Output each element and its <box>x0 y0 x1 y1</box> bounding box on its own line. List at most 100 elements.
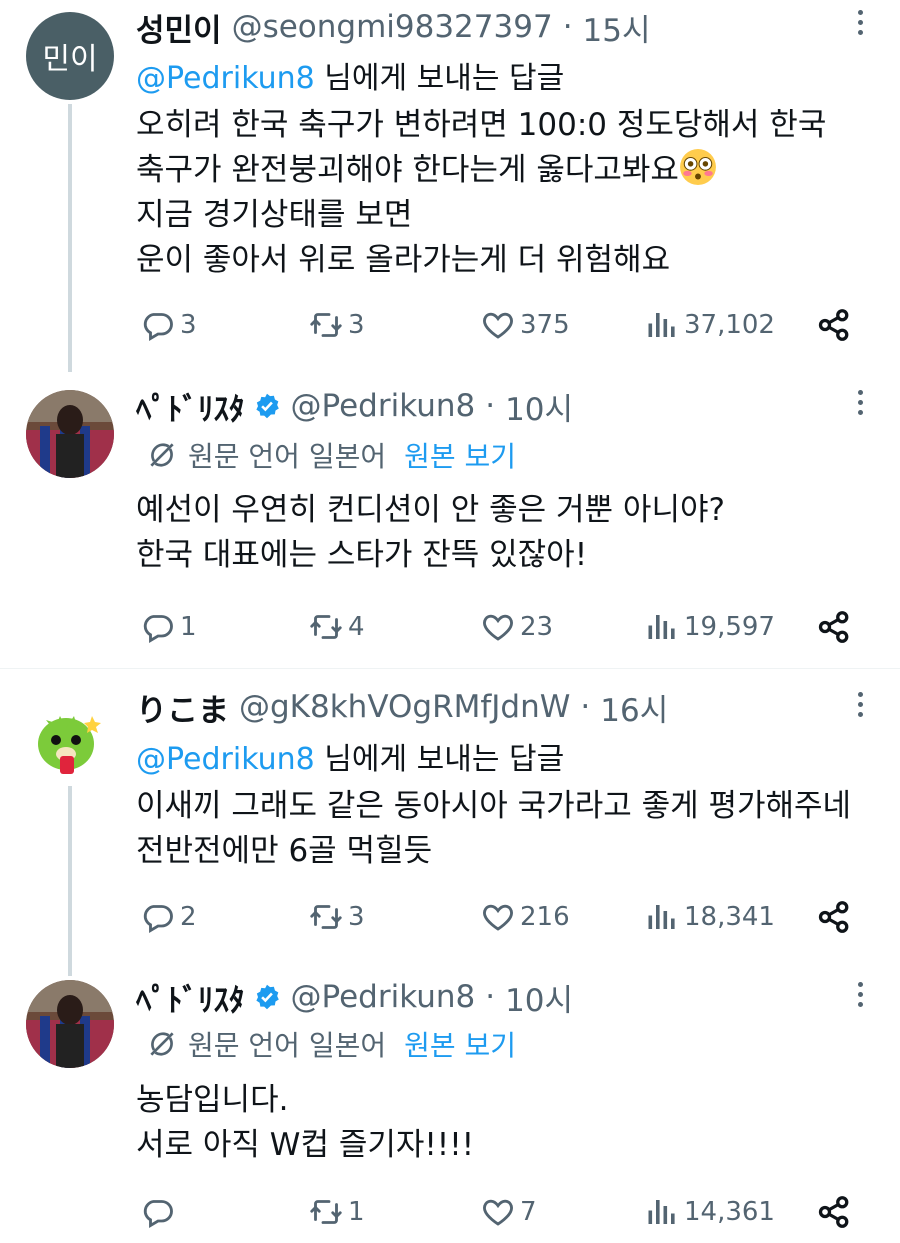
views-button[interactable]: 14,361 <box>644 1189 775 1235</box>
handle[interactable]: @Pedrikun8 <box>291 979 476 1015</box>
tweet-seongmi[interactable]: 민이 성민이 @seongmi98327397 · 15시 @Pedrikun8… <box>0 0 900 372</box>
share-button[interactable] <box>816 604 852 650</box>
share-button[interactable] <box>816 1189 852 1235</box>
views-button[interactable]: 37,102 <box>644 302 775 348</box>
text-line: 전반전에만 6골 먹힐듯 <box>136 833 433 869</box>
share-button[interactable] <box>816 894 852 940</box>
reply-context: @Pedrikun8 님에게 보내는 답글 <box>136 61 565 96</box>
retweet-icon <box>308 899 344 935</box>
like-icon <box>480 899 516 935</box>
action-bar: 2 3 216 18,341 <box>136 894 870 940</box>
share-icon <box>816 307 852 343</box>
retweet-icon <box>308 609 344 645</box>
share-icon <box>816 899 852 935</box>
display-name[interactable]: ﾍﾟﾄﾞﾘｽﾀ <box>136 384 245 429</box>
text-line: 농담입니다. <box>136 1082 289 1118</box>
avatar[interactable] <box>26 980 114 1068</box>
mention-link[interactable]: @Pedrikun8 <box>136 61 315 96</box>
flushed-emoji-icon <box>679 149 716 185</box>
more-icon[interactable] <box>854 390 866 420</box>
reply-button[interactable]: 1 <box>140 604 197 650</box>
retweet-icon <box>308 1194 344 1230</box>
timestamp[interactable]: 10시 <box>505 384 573 429</box>
text-line: 서로 아직 W컵 즐기자!!!! <box>136 1127 475 1163</box>
text-line: 이새끼 그래도 같은 동아시아 국가라고 좋게 평가해주네 <box>136 788 852 824</box>
like-button[interactable]: 23 <box>480 604 553 650</box>
tweet-header: ﾍﾟﾄﾞﾘｽﾀ @Pedrikun8 · 10시 <box>136 381 840 431</box>
share-icon <box>816 1194 852 1230</box>
avatar[interactable] <box>26 694 114 782</box>
more-icon[interactable] <box>854 692 866 722</box>
tweet-rikoma[interactable]: りこま @gK8khVOgRMfJdnW · 16시 @Pedrikun8 님에… <box>0 682 900 976</box>
text-line: 오히려 한국 축구가 변하려면 100:0 정도당해서 한국 <box>136 107 827 143</box>
handle[interactable]: @gK8khVOgRMfJdnW <box>239 689 570 725</box>
retweet-button[interactable]: 4 <box>308 604 365 650</box>
like-icon <box>480 609 516 645</box>
reply-button[interactable]: 2 <box>140 894 197 940</box>
mention-link[interactable]: @Pedrikun8 <box>136 742 315 777</box>
views-button[interactable]: 19,597 <box>644 604 775 650</box>
more-icon[interactable] <box>854 10 866 40</box>
separator: · <box>485 979 496 1015</box>
retweet-icon <box>308 307 344 343</box>
translation-info: 원문 언어 일본어 원본 보기 <box>146 1024 516 1064</box>
action-bar: 3 3 375 37,102 <box>136 302 870 348</box>
timestamp[interactable]: 10시 <box>505 975 573 1020</box>
tweet-header: ﾍﾟﾄﾞﾘｽﾀ @Pedrikun8 · 10시 <box>136 972 840 1022</box>
like-icon <box>480 307 516 343</box>
more-icon[interactable] <box>854 982 866 1012</box>
retweet-button[interactable]: 1 <box>308 1189 365 1235</box>
like-icon <box>480 1194 516 1230</box>
view-original-link[interactable]: 원본 보기 <box>404 1024 516 1064</box>
view-original-link[interactable]: 원본 보기 <box>404 435 516 475</box>
timestamp[interactable]: 16시 <box>600 685 668 730</box>
views-icon <box>644 609 680 645</box>
text-line: 한국 대표에는 스타가 잔뜩 있잖아! <box>136 537 588 573</box>
reply-icon <box>140 899 176 935</box>
views-button[interactable]: 18,341 <box>644 894 775 940</box>
reply-button[interactable]: 3 <box>140 302 197 348</box>
verified-icon <box>253 392 281 420</box>
handle[interactable]: @Pedrikun8 <box>291 388 476 424</box>
avatar[interactable]: 민이 <box>26 12 114 100</box>
display-name[interactable]: ﾍﾟﾄﾞﾘｽﾀ <box>136 975 245 1020</box>
action-bar: 1 7 14,361 <box>136 1189 870 1235</box>
text-line: 예선이 우연히 컨디션이 안 좋은 거뿐 아니야? <box>136 492 725 528</box>
translate-icon <box>146 1028 178 1060</box>
reply-icon <box>140 307 176 343</box>
avatar[interactable] <box>26 390 114 478</box>
thread-line <box>68 786 72 976</box>
text-line: 운이 좋아서 위로 올라가는게 더 위험해요 <box>136 242 671 278</box>
tweet-pedrikun-2[interactable]: ﾍﾟﾄﾞﾘｽﾀ @Pedrikun8 · 10시 원문 언어 일본어 원본 보기… <box>0 972 900 1243</box>
reply-context: @Pedrikun8 님에게 보내는 답글 <box>136 742 565 777</box>
thread-line <box>68 104 72 372</box>
separator: · <box>485 388 496 424</box>
translate-icon <box>146 439 178 471</box>
text-line: 지금 경기상태를 보면 <box>136 197 413 233</box>
share-button[interactable] <box>816 302 852 348</box>
verified-icon <box>253 983 281 1011</box>
tweet-header: 성민이 @seongmi98327397 · 15시 <box>136 2 840 52</box>
handle[interactable]: @seongmi98327397 <box>232 9 553 45</box>
tweet-pedrikun-1[interactable]: ﾍﾟﾄﾞﾘｽﾀ @Pedrikun8 · 10시 원문 언어 일본어 원본 보기… <box>0 380 900 670</box>
separator: · <box>562 9 573 45</box>
tweet-text: 예선이 우연히 컨디션이 안 좋은 거뿐 아니야? 한국 대표에는 스타가 잔뜩… <box>136 488 860 578</box>
like-button[interactable]: 7 <box>480 1189 537 1235</box>
views-icon <box>644 307 680 343</box>
tweet-text: 농담입니다. 서로 아직 W컵 즐기자!!!! <box>136 1078 860 1168</box>
reply-button[interactable] <box>140 1189 180 1235</box>
views-icon <box>644 899 680 935</box>
retweet-button[interactable]: 3 <box>308 894 365 940</box>
timestamp[interactable]: 15시 <box>583 5 651 50</box>
display-name[interactable]: りこま <box>136 685 229 730</box>
display-name[interactable]: 성민이 <box>136 5 222 50</box>
separator: · <box>580 689 591 725</box>
views-icon <box>644 1194 680 1230</box>
share-icon <box>816 609 852 645</box>
like-button[interactable]: 216 <box>480 894 570 940</box>
like-button[interactable]: 375 <box>480 302 570 348</box>
tweet-header: りこま @gK8khVOgRMfJdnW · 16시 <box>136 682 840 732</box>
reply-icon <box>140 609 176 645</box>
tweet-text: 오히려 한국 축구가 변하려면 100:0 정도당해서 한국 축구가 완전붕괴해… <box>136 103 860 283</box>
retweet-button[interactable]: 3 <box>308 302 365 348</box>
